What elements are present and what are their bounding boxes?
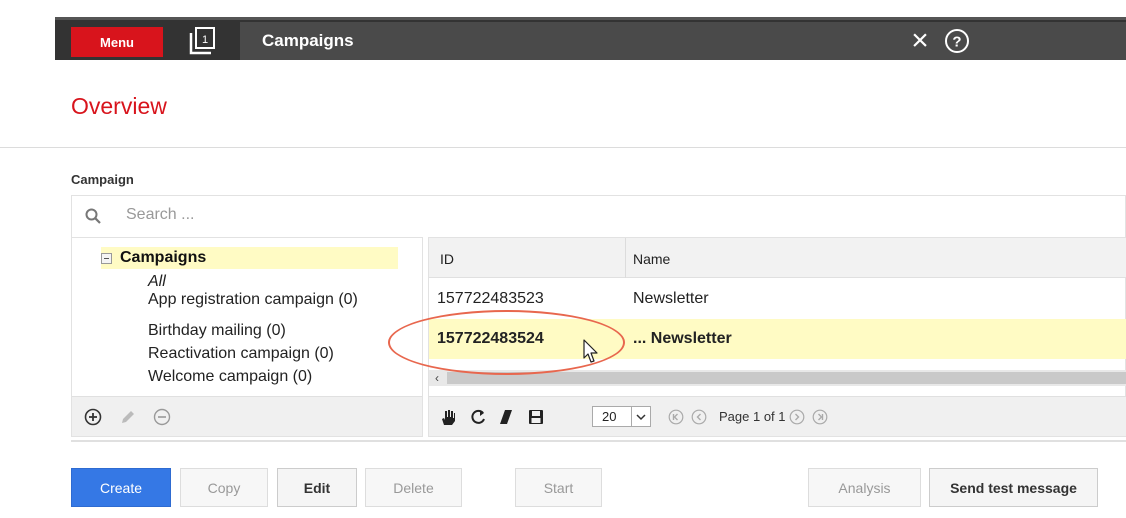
add-icon[interactable]: [84, 408, 102, 426]
hand-icon[interactable]: [439, 408, 457, 426]
column-header-id[interactable]: ID: [440, 251, 454, 267]
tree-toolbar: [72, 396, 422, 436]
first-page-icon[interactable]: [668, 409, 684, 425]
scrollbar-thumb[interactable]: [447, 372, 1126, 384]
cell-name: Newsletter: [633, 290, 709, 307]
prev-page-icon[interactable]: [691, 409, 707, 425]
help-icon[interactable]: ?: [944, 28, 970, 54]
top-bar: Menu 1 Campaigns × ?: [55, 17, 1126, 60]
page-size-select[interactable]: 20: [592, 406, 651, 427]
search-box: [71, 195, 1126, 237]
remove-icon[interactable]: [153, 408, 171, 426]
table-row-selected[interactable]: 157722483524 ... Newsletter: [429, 319, 1126, 359]
page-title: Overview: [71, 93, 167, 119]
save-icon[interactable]: [527, 408, 545, 426]
tree-item-all[interactable]: All: [148, 273, 166, 291]
eraser-icon[interactable]: [497, 408, 515, 426]
campaign-tree-panel: Campaigns All App registration campaign …: [71, 237, 423, 437]
cell-id: 157722483524: [437, 330, 544, 347]
campaigns-page: Menu 1 Campaigns × ? Overview Campaign C…: [0, 0, 1126, 518]
page-info: Page 1 of 1: [719, 409, 786, 424]
edit-pencil-icon[interactable]: [119, 408, 137, 426]
next-page-icon[interactable]: [789, 409, 805, 425]
svg-text:1: 1: [202, 34, 208, 46]
header-divider: [0, 147, 1126, 148]
grid-toolbar: 20 Page 1 of 1: [429, 396, 1126, 436]
section-label-campaign: Campaign: [71, 172, 134, 187]
cell-id: 157722483523: [437, 290, 544, 307]
delete-button[interactable]: Delete: [365, 468, 462, 507]
window-title: Campaigns: [262, 31, 354, 50]
tree-item-app-registration[interactable]: App registration campaign (0): [148, 291, 358, 309]
page-size-value: 20: [602, 409, 617, 424]
edit-button[interactable]: Edit: [277, 468, 357, 507]
tree-root-campaigns[interactable]: Campaigns: [101, 247, 398, 269]
column-separator[interactable]: [625, 238, 626, 278]
copy-button[interactable]: Copy: [180, 468, 268, 507]
tree-item-birthday-mailing[interactable]: Birthday mailing (0): [148, 322, 286, 340]
campaign-grid-panel: ID Name 157722483523 Newsletter 15772248…: [428, 237, 1126, 437]
scroll-left-arrow-icon[interactable]: ‹: [435, 370, 439, 386]
search-input[interactable]: [126, 206, 526, 224]
title-strip: Campaigns × ?: [240, 22, 1126, 60]
horizontal-scrollbar[interactable]: ‹: [429, 370, 1126, 386]
collapse-icon[interactable]: [101, 252, 112, 264]
chevron-down-icon[interactable]: [631, 407, 649, 426]
tree-item-reactivation[interactable]: Reactivation campaign (0): [148, 345, 334, 363]
analysis-button[interactable]: Analysis: [808, 468, 921, 507]
search-icon: [85, 208, 101, 224]
refresh-icon[interactable]: [469, 408, 487, 426]
close-icon[interactable]: ×: [907, 26, 933, 56]
window-count-icon[interactable]: 1: [188, 26, 218, 56]
tree-root-label: Campaigns: [120, 249, 207, 266]
menu-button[interactable]: Menu: [71, 27, 163, 57]
svg-text:?: ?: [952, 34, 961, 51]
table-row[interactable]: 157722483523 Newsletter: [429, 279, 1126, 319]
grid-header: ID Name: [429, 238, 1126, 278]
tree-item-welcome[interactable]: Welcome campaign (0): [148, 368, 312, 386]
cell-name: ... Newsletter: [633, 330, 732, 347]
last-page-icon[interactable]: [812, 409, 828, 425]
panel-bottom-divider: [71, 440, 1126, 442]
start-button[interactable]: Start: [515, 468, 602, 507]
send-test-message-button[interactable]: Send test message: [929, 468, 1098, 507]
column-header-name[interactable]: Name: [633, 251, 670, 267]
create-button[interactable]: Create: [71, 468, 171, 507]
